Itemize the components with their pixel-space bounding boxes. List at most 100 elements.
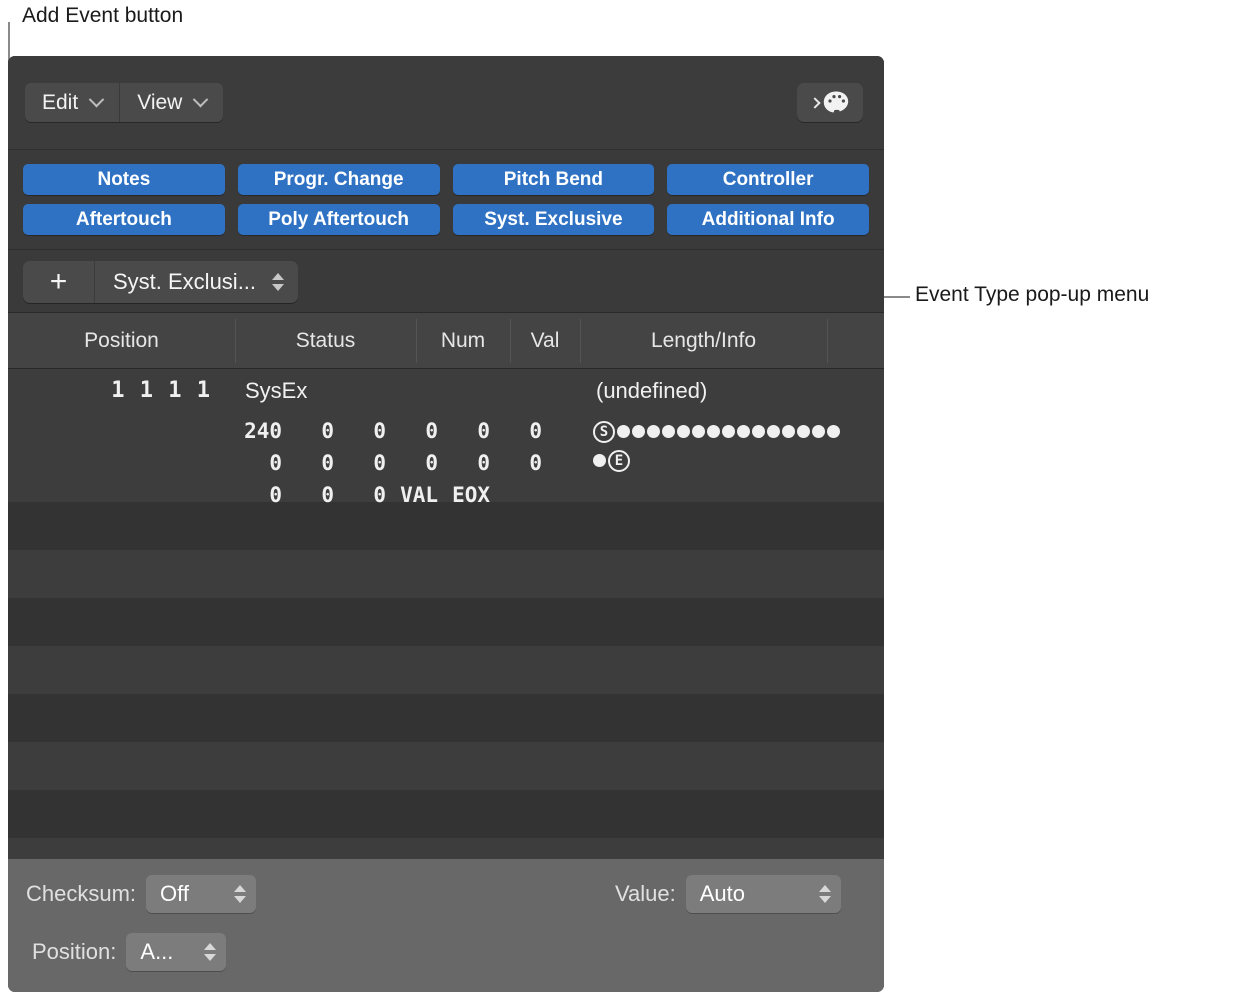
- sysex-data-dot: [767, 425, 780, 438]
- table-row[interactable]: [8, 790, 884, 838]
- sysex-dot-line-start: S: [593, 417, 840, 446]
- sysex-data-dot: [827, 425, 840, 438]
- position-label: Position:: [32, 939, 116, 965]
- event-type-filter-buttons: Notes Progr. Change Pitch Bend Controlle…: [8, 150, 884, 250]
- sysex-data-dot: [632, 425, 645, 438]
- chevron-down-icon: [193, 92, 209, 108]
- sysex-byte: 0: [388, 447, 440, 479]
- sysex-data-dot: [782, 425, 795, 438]
- screenshot-root: Add Event button Event Type pop-up menu …: [0, 0, 1253, 998]
- column-header-num[interactable]: Num: [416, 313, 510, 369]
- cell-position: 1 1 1 1: [8, 378, 235, 403]
- sysex-dot-line-end: E: [593, 446, 840, 475]
- add-event-row: + Syst. Exclusi...: [8, 250, 884, 313]
- callout-event-type-label: Event Type pop-up menu: [915, 283, 1149, 307]
- sysex-byte: 0: [284, 479, 336, 511]
- button-progr-change[interactable]: Progr. Change: [238, 164, 440, 195]
- value-value: Auto: [700, 881, 745, 907]
- event-table-header: Position Status Num Val Length/Info: [8, 313, 884, 369]
- up-down-stepper-icon: [272, 273, 284, 291]
- chevron-down-icon: [89, 92, 105, 108]
- button-additional-info[interactable]: Additional Info: [667, 204, 869, 235]
- menu-edit[interactable]: Edit: [25, 83, 119, 122]
- sysex-byte: 240: [232, 415, 284, 447]
- sysex-byte: 0: [336, 415, 388, 447]
- table-row[interactable]: [8, 598, 884, 646]
- event-button-row-2: Aftertouch Poly Aftertouch Syst. Exclusi…: [23, 204, 869, 235]
- event-type-popup-menu[interactable]: Syst. Exclusi...: [95, 261, 298, 303]
- callout-add-event-label: Add Event button: [22, 4, 183, 28]
- sysex-byte: 0: [388, 415, 440, 447]
- add-event-control-group: + Syst. Exclusi...: [23, 261, 298, 303]
- sysex-byte: 0: [492, 415, 544, 447]
- sysex-data-dot: [692, 425, 705, 438]
- sysex-data-dot: [812, 425, 825, 438]
- sysex-byte: 0: [336, 447, 388, 479]
- button-aftertouch[interactable]: Aftertouch: [23, 204, 225, 235]
- sysex-byte: 0: [336, 479, 388, 511]
- sysex-data-dot: [662, 425, 675, 438]
- checksum-popup-menu[interactable]: Off: [146, 875, 256, 913]
- sysex-data-dot: [797, 425, 810, 438]
- cell-length-info: (undefined): [596, 378, 707, 404]
- event-button-row-1: Notes Progr. Change Pitch Bend Controlle…: [23, 164, 869, 195]
- value-label: Value:: [615, 881, 676, 907]
- checksum-label: Checksum:: [26, 881, 136, 907]
- sysex-dot-diagram: S E: [593, 417, 840, 475]
- column-header-position[interactable]: Position: [8, 313, 235, 369]
- sysex-data-dot: [707, 425, 720, 438]
- sysex-data-dot: [617, 425, 630, 438]
- field-checksum: Checksum: Off: [26, 875, 256, 913]
- menu-view[interactable]: View: [119, 83, 223, 122]
- menu-view-label: View: [137, 91, 182, 115]
- sysex-byte: 0: [232, 447, 284, 479]
- sysex-byte: 0: [284, 415, 336, 447]
- column-header-length-info[interactable]: Length/Info: [580, 313, 827, 369]
- sysex-data-dot: [677, 425, 690, 438]
- table-row[interactable]: [8, 550, 884, 598]
- sysex-byte: 0: [492, 447, 544, 479]
- up-down-stepper-icon: [819, 885, 831, 903]
- sysex-byte: 0: [440, 447, 492, 479]
- value-popup-menu[interactable]: Auto: [686, 875, 841, 913]
- sysex-data-dot: [647, 425, 660, 438]
- sysex-byte: 0: [232, 479, 284, 511]
- up-down-stepper-icon: [234, 885, 246, 903]
- button-controller[interactable]: Controller: [667, 164, 869, 195]
- field-value: Value: Auto: [615, 875, 841, 913]
- up-down-stepper-icon: [204, 943, 216, 961]
- button-poly-aftertouch[interactable]: Poly Aftertouch: [238, 204, 440, 235]
- sysex-inspector: Checksum: Off Position: A... Value: Auto: [8, 859, 884, 992]
- button-pitch-bend[interactable]: Pitch Bend: [453, 164, 655, 195]
- sysex-data-dot: [593, 454, 606, 467]
- sysex-byte: 0: [284, 447, 336, 479]
- table-row[interactable]: [8, 838, 884, 859]
- table-row[interactable]: [8, 646, 884, 694]
- table-row[interactable]: [8, 694, 884, 742]
- event-list-window: Edit View: [8, 56, 884, 992]
- table-row[interactable]: [8, 742, 884, 790]
- sysex-byte-grid: 240 0 0 0 0 0 0 0 0 0 0 0 0 0 0 VAL EO: [232, 415, 544, 511]
- add-event-button[interactable]: +: [23, 261, 95, 303]
- sysex-data-dot: [737, 425, 750, 438]
- position-value: A...: [140, 939, 173, 965]
- menu-button-group: Edit View: [25, 83, 223, 122]
- menu-edit-label: Edit: [42, 91, 78, 115]
- sysex-start-marker-icon: S: [593, 421, 615, 443]
- column-divider[interactable]: [827, 319, 828, 363]
- position-popup-menu[interactable]: A...: [126, 933, 226, 971]
- table-row-sysex[interactable]: 1 1 1 1 SysEx (undefined) 240 0 0 0 0 0 …: [8, 369, 884, 502]
- window-toolbar: Edit View: [8, 56, 884, 150]
- sysex-byte: EOX: [440, 479, 492, 511]
- column-header-status[interactable]: Status: [235, 313, 416, 369]
- sysex-byte: VAL: [388, 479, 440, 511]
- sysex-data-dot: [722, 425, 735, 438]
- cell-status: SysEx: [245, 378, 307, 404]
- button-notes[interactable]: Notes: [23, 164, 225, 195]
- color-palette-button[interactable]: [797, 83, 863, 122]
- event-table-body: 1 1 1 1 SysEx (undefined) 240 0 0 0 0 0 …: [8, 369, 884, 859]
- button-syst-exclusive[interactable]: Syst. Exclusive: [453, 204, 655, 235]
- checksum-value: Off: [160, 881, 189, 907]
- chevron-right-icon: [809, 97, 820, 108]
- column-header-val[interactable]: Val: [510, 313, 580, 369]
